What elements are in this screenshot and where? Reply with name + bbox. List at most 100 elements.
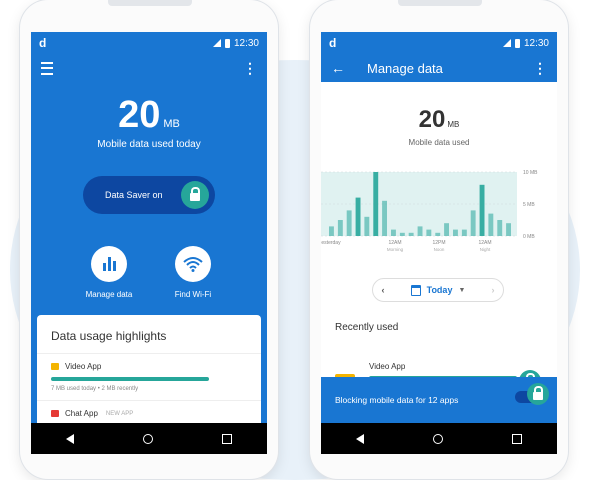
usage-unit: MB — [447, 120, 460, 129]
chart-bar — [329, 226, 334, 236]
usage-unit: MB — [163, 118, 180, 130]
usage-summary: 20 MB Mobile data used today — [31, 94, 267, 150]
manage-data-screen: d 12:30 ← Manage data ⋮ 20 MB Mobile data… — [321, 32, 557, 454]
list-item[interactable]: Video App — [37, 354, 261, 371]
back-arrow-icon[interactable]: ← — [331, 60, 345, 76]
chart-bar — [382, 200, 387, 236]
chart-bar — [346, 210, 352, 236]
chart-y-tick-label: 0 MB — [523, 234, 535, 240]
chart-bar — [461, 229, 467, 236]
lock-icon — [527, 383, 549, 405]
chart-bar — [497, 220, 503, 236]
lock-icon — [181, 181, 209, 209]
data-saver-toggle[interactable]: Data Saver on — [83, 176, 215, 214]
back-nav-icon[interactable] — [355, 433, 364, 444]
blocking-banner: Blocking mobile data for 12 apps — [321, 377, 557, 423]
datally-logo-icon: d — [329, 36, 337, 50]
status-time: 12:30 — [523, 37, 549, 49]
recents-nav-icon[interactable] — [222, 433, 233, 444]
chat-app-icon — [51, 410, 59, 417]
manage-appbar: ← Manage data ⋮ — [321, 54, 557, 82]
chart-x-tick-label: 12AM — [478, 240, 491, 246]
app-name: Video App — [369, 362, 406, 371]
usage-caption: Mobile data used — [408, 138, 470, 147]
blocking-text: Blocking mobile data for 12 apps — [335, 395, 459, 405]
app-name: Chat App — [65, 409, 98, 418]
chart-bar — [426, 229, 432, 236]
phone-speaker — [398, 0, 482, 6]
usage-summary: 20 MB Mobile data used — [321, 106, 557, 147]
usage-caption: Mobile data used today — [97, 139, 201, 150]
back-nav-icon[interactable] — [65, 433, 74, 444]
chart-bar — [337, 220, 343, 236]
chart-bar — [391, 229, 396, 236]
status-time: 12:30 — [233, 37, 259, 49]
highlights-title: Data usage highlights — [51, 329, 167, 343]
chart-y-tick-label: 10 MB — [523, 170, 538, 176]
signal-icon — [212, 39, 221, 47]
home-screen: d 12:30 ⋮ 20 MB Mobile data used today Da… — [31, 32, 267, 454]
data-saver-label: Data Saver on — [105, 190, 163, 200]
list-item[interactable]: Chat App NEW APP — [37, 401, 261, 418]
find-wifi-button[interactable]: Find Wi-Fi — [153, 246, 233, 299]
chart-bar — [399, 232, 405, 236]
new-app-badge: NEW APP — [105, 410, 134, 417]
phone-speaker — [108, 0, 192, 6]
status-bar: d 12:30 — [31, 32, 267, 54]
chart-bar — [453, 229, 458, 236]
next-day-icon[interactable]: › — [483, 285, 503, 295]
home-topbar: ⋮ — [31, 54, 267, 82]
chart-x-tick-label: esterday — [321, 240, 341, 246]
menu-icon[interactable] — [41, 61, 53, 75]
system-nav-bar — [321, 423, 557, 454]
day-selector[interactable]: ‹ Today ▼ › — [372, 278, 504, 302]
app-usage-meta: 7 MB used today • 2 MB recently — [51, 386, 139, 392]
battery-icon — [514, 38, 520, 48]
recents-nav-icon[interactable] — [512, 433, 523, 444]
chart-bar — [355, 197, 361, 236]
manage-data-button[interactable]: Manage data — [69, 246, 149, 299]
wifi-icon — [175, 246, 211, 282]
usage-chart: 10 MB5 MB0 MBesterday 12AMMorning12PMNoon… — [321, 170, 538, 252]
chart-bar — [479, 184, 485, 236]
chart-bar — [470, 210, 476, 236]
recently-used-title: Recently used — [335, 322, 399, 333]
video-app-icon — [51, 363, 59, 370]
chart-bar — [373, 172, 379, 236]
page-title: Manage data — [367, 60, 443, 76]
chart-bar — [417, 226, 423, 236]
status-bar: d 12:30 — [321, 32, 557, 54]
chart-bar — [506, 223, 511, 236]
usage-value: 20 — [118, 94, 161, 136]
chart-y-tick-label: 5 MB — [523, 202, 535, 208]
overflow-menu-icon[interactable]: ⋮ — [243, 60, 257, 77]
chart-bar — [435, 232, 441, 236]
chart-x-tick-label: 12PM — [432, 240, 445, 246]
usage-value: 20 — [418, 106, 446, 133]
calendar-icon — [410, 284, 421, 296]
overflow-menu-icon[interactable]: ⋮ — [533, 60, 547, 77]
manage-data-label: Manage data — [85, 290, 133, 299]
chart-x-sublabel: Night — [480, 247, 491, 252]
phone-manage-data: d 12:30 ← Manage data ⋮ 20 MB Mobile data… — [310, 0, 568, 479]
app-name: Video App — [65, 362, 102, 371]
chart-bar — [364, 216, 370, 236]
signal-icon — [502, 39, 511, 47]
datally-logo-icon: d — [39, 36, 47, 50]
chart-bar — [444, 223, 449, 236]
chart-bar — [408, 232, 414, 236]
dropdown-caret-icon: ▼ — [458, 286, 466, 294]
chart-x-sublabel: Noon — [434, 247, 445, 252]
battery-icon — [224, 38, 230, 48]
home-nav-icon[interactable] — [432, 433, 443, 444]
home-nav-icon[interactable] — [142, 433, 153, 444]
find-wifi-label: Find Wi-Fi — [174, 290, 212, 299]
system-nav-bar — [31, 423, 267, 454]
phone-home: d 12:30 ⋮ 20 MB Mobile data used today Da… — [20, 0, 278, 479]
chart-x-tick-label: 12AM — [388, 240, 401, 246]
bar-chart-icon — [91, 246, 127, 282]
day-selector-label: Today — [426, 285, 453, 295]
prev-day-icon[interactable]: ‹ — [373, 285, 393, 295]
chart-bar — [488, 213, 494, 236]
chart-x-sublabel: Morning — [387, 247, 404, 252]
